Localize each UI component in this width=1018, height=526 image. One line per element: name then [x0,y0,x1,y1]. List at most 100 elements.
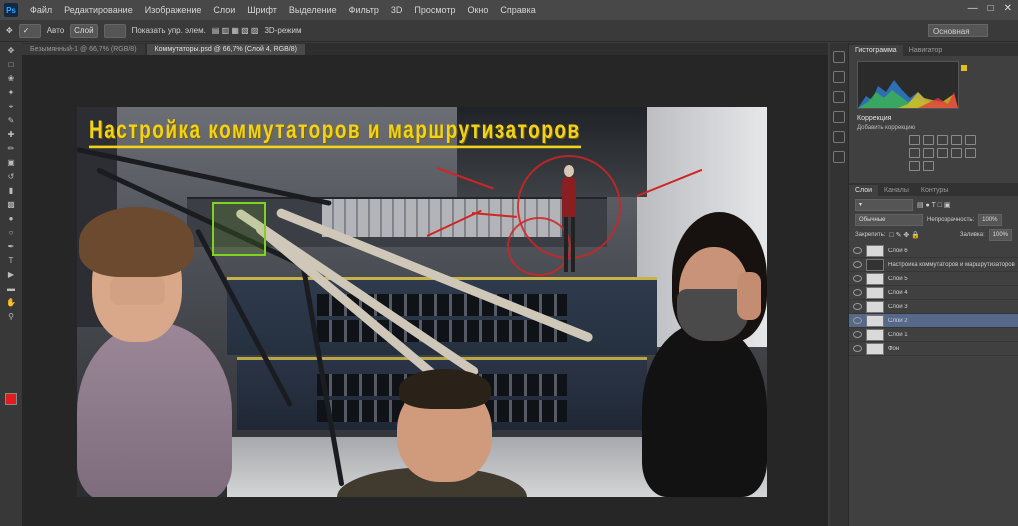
auto-select-target[interactable]: Слой [70,23,98,38]
lookup-icon[interactable] [909,161,920,171]
properties-panel-icon[interactable] [833,71,845,83]
menu-file[interactable]: Файл [24,5,58,15]
bw-icon[interactable] [937,148,948,158]
channel-mixer-icon[interactable] [965,148,976,158]
visibility-eye-icon[interactable] [853,303,862,310]
tab-paths[interactable]: Контуры [915,185,954,196]
menu-image[interactable]: Изображение [139,5,208,15]
fill-field[interactable]: 100% [988,229,1012,241]
options-bar: ✥ ✓ Авто Слой Показать упр. элем. ▤ ▥ ▦ … [0,20,1018,42]
stamp-icon[interactable]: ▣ [4,157,18,168]
lasso-icon[interactable]: ❀ [4,73,18,84]
curves-icon[interactable] [937,135,948,145]
pen-icon[interactable]: ✒ [4,241,18,252]
history-panel-icon[interactable] [833,51,845,63]
menu-select[interactable]: Выделение [283,5,343,15]
vibrance-icon[interactable] [965,135,976,145]
brightness-icon[interactable] [909,135,920,145]
visibility-eye-icon[interactable] [853,345,862,352]
person-left-body [77,322,232,497]
hue-icon[interactable] [909,148,920,158]
move-icon[interactable]: ✥ [4,45,18,56]
collapsed-panels-strip [830,43,849,526]
tab-navigator[interactable]: Навигатор [903,45,949,56]
visibility-eye-icon[interactable] [853,247,862,254]
tab-channels[interactable]: Каналы [878,185,915,196]
actions-panel-icon[interactable] [833,91,845,103]
path-select-icon[interactable]: ▶ [4,269,18,280]
color-balance-icon[interactable] [923,148,934,158]
levels-icon[interactable] [923,135,934,145]
eyedropper-icon[interactable]: ✎ [4,115,18,126]
invert-icon[interactable] [923,161,934,171]
doc-tab-1[interactable]: Безымянный-1 @ 66,7% (RGB/8) [22,44,145,55]
menu-edit[interactable]: Редактирование [58,5,139,15]
tab-layers[interactable]: Слои [849,185,879,196]
histogram-warning-icon[interactable] [961,65,967,71]
gradient-icon[interactable]: ▩ [4,199,18,210]
eraser-icon[interactable]: ▮ [4,185,18,196]
foreground-color-swatch[interactable] [5,393,17,405]
visibility-eye-icon[interactable] [853,317,862,324]
layer-row[interactable]: Слой 1 [849,328,1018,342]
layer-thumbnail [866,342,884,355]
workspace-select[interactable]: Основная [928,24,988,37]
visibility-eye-icon[interactable] [853,331,862,338]
maximize-icon[interactable]: □ [988,3,994,14]
menu-layers[interactable]: Слои [207,5,241,15]
close-icon[interactable]: ✕ [1004,3,1012,14]
blend-mode-select[interactable]: Обычные [855,214,923,226]
layer-row[interactable]: Слой 4 [849,286,1018,300]
zoom-icon[interactable]: ⚲ [4,311,18,322]
type-icon[interactable]: T [4,255,18,266]
adjustments-icons [909,135,989,171]
menu-help[interactable]: Справка [494,5,541,15]
marquee-icon[interactable]: □ [4,59,18,70]
layer-filter-select[interactable]: ▾ [855,199,913,211]
layer-row[interactable]: Фон [849,342,1018,356]
menu-filter[interactable]: Фильтр [343,5,385,15]
canvas-area[interactable]: Настройка коммутаторов и маршрутизаторов [22,55,828,526]
healing-icon[interactable]: ✚ [4,129,18,140]
exposure-icon[interactable] [951,135,962,145]
show-transform-checkbox[interactable] [103,23,126,38]
doc-tab-2[interactable]: Коммутаторы.psd @ 66,7% (Слой 4, RGB/8) [146,44,305,55]
move-tool-icon[interactable]: ✥ [6,26,13,35]
layer-row[interactable]: Слой 2 [849,314,1018,328]
menu-type[interactable]: Шрифт [241,5,283,15]
image-title-text: Настройка коммутаторов и маршрутизаторов [89,117,581,149]
visibility-eye-icon[interactable] [853,275,862,282]
lock-icons[interactable]: □ ✎ ✥ 🔒 [889,231,920,239]
auto-select-checkbox[interactable]: ✓ [18,23,41,38]
crop-icon[interactable]: ⌖ [4,101,18,112]
filter-icons[interactable]: ▤ ● T □ ▣ [917,201,951,209]
layer-row[interactable]: Слой 3 [849,300,1018,314]
layer-row[interactable]: Слой 6 [849,244,1018,258]
align-icons[interactable]: ▤ ▥ ▦ ▧ ▨ [212,26,259,35]
visibility-eye-icon[interactable] [853,289,862,296]
visibility-eye-icon[interactable] [853,261,862,268]
lock-row: Закрепить: □ ✎ ✥ 🔒 Заливка: 100% [855,229,1012,241]
minimize-icon[interactable]: — [968,3,978,14]
history-brush-icon[interactable]: ↺ [4,171,18,182]
hand-icon[interactable]: ✋ [4,297,18,308]
magic-wand-icon[interactable]: ✦ [4,87,18,98]
blur-icon[interactable]: ● [4,213,18,224]
opacity-field[interactable]: 100% [978,214,1002,226]
layer-row[interactable]: Настройка коммутаторов и маршрутизаторов [849,258,1018,272]
menu-3d[interactable]: 3D [385,5,409,15]
right-panels: Гистограмма Навигатор Коррекция Добавить… [849,43,1018,526]
document-image[interactable]: Настройка коммутаторов и маршрутизаторов [77,107,767,497]
paragraph-panel-icon[interactable] [833,151,845,163]
dodge-icon[interactable]: ○ [4,227,18,238]
layer-row[interactable]: Слой 5 [849,272,1018,286]
tab-histogram[interactable]: Гистограмма [849,45,903,56]
brush-icon[interactable]: ✏ [4,143,18,154]
menu-view[interactable]: Просмотр [408,5,461,15]
photo-filter-icon[interactable] [951,148,962,158]
character-panel-icon[interactable] [833,131,845,143]
brush-panel-icon[interactable] [833,111,845,123]
menu-window[interactable]: Окно [461,5,494,15]
shape-icon[interactable]: ▬ [4,283,18,294]
person-right-body [642,322,767,497]
